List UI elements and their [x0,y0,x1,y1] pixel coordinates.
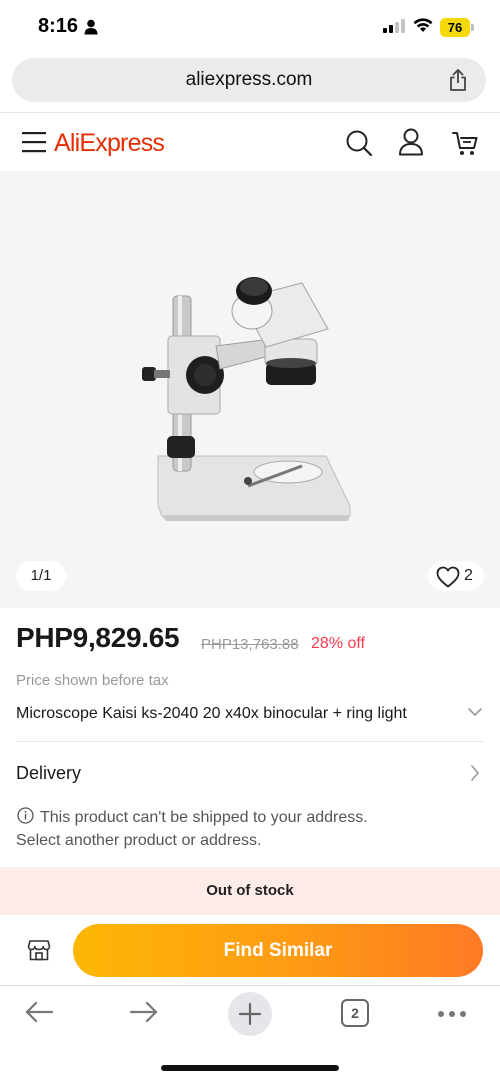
user-icon[interactable] [398,128,424,156]
url-text[interactable]: aliexpress.com [12,69,486,91]
status-bar: 8:16 76 [0,0,500,56]
info-icon [17,807,34,824]
product-price: PHP9,829.65 [16,622,180,653]
variant-label: Microscope Kaisi ks-2040 20 x40x binocul… [16,705,407,722]
wishlist-count: 2 [464,567,473,584]
divider [16,741,484,742]
product-gallery[interactable]: 1/1 2 [0,171,500,608]
battery-icon: 76 [440,18,474,37]
tax-note: Price shown before tax [16,672,169,689]
new-tab-button[interactable] [228,992,272,1036]
address-bar[interactable]: aliexpress.com [12,58,486,102]
browser-toolbar: 2 [0,986,500,1080]
out-of-stock-banner: Out of stock [0,867,500,915]
app-header: AliExpress [0,113,500,171]
variant-selector[interactable]: Microscope Kaisi ks-2040 20 x40x binocul… [16,703,484,727]
delivery-row[interactable]: Delivery [16,760,484,788]
wifi-icon [413,18,433,32]
original-price: PHP13,763.88 [201,636,299,653]
wishlist-button[interactable]: 2 [428,561,484,591]
more-icon[interactable] [437,1010,467,1018]
discount-badge: 28% off [311,635,365,652]
battery-level: 76 [440,18,470,37]
signal-icon [383,19,405,33]
status-time: 8:16 [38,15,79,37]
menu-icon[interactable] [22,131,46,153]
product-image[interactable] [130,251,370,531]
heart-icon [436,566,460,588]
delivery-title: Delivery [16,763,82,783]
chevron-down-icon [468,708,482,716]
battery-cap [471,24,474,31]
shipping-hint: Select another product or address. [16,832,262,849]
search-icon[interactable] [345,129,373,157]
back-icon[interactable] [24,1000,54,1024]
action-bar: Find Similar [0,915,500,985]
person-icon [84,19,98,35]
aliexpress-logo[interactable]: AliExpress [54,129,165,158]
chevron-right-icon [471,765,479,781]
cart-icon[interactable] [451,129,479,157]
find-similar-button[interactable]: Find Similar [73,924,483,977]
share-icon[interactable] [448,68,468,92]
shipping-message: This product can't be shipped to your ad… [40,809,368,826]
plus-icon [238,1002,262,1026]
store-icon[interactable] [27,938,51,962]
forward-icon[interactable] [129,1000,159,1024]
tabs-icon[interactable]: 2 [341,999,369,1027]
stock-status: Out of stock [206,882,294,899]
home-indicator [161,1065,339,1071]
image-counter: 1/1 [16,561,66,591]
